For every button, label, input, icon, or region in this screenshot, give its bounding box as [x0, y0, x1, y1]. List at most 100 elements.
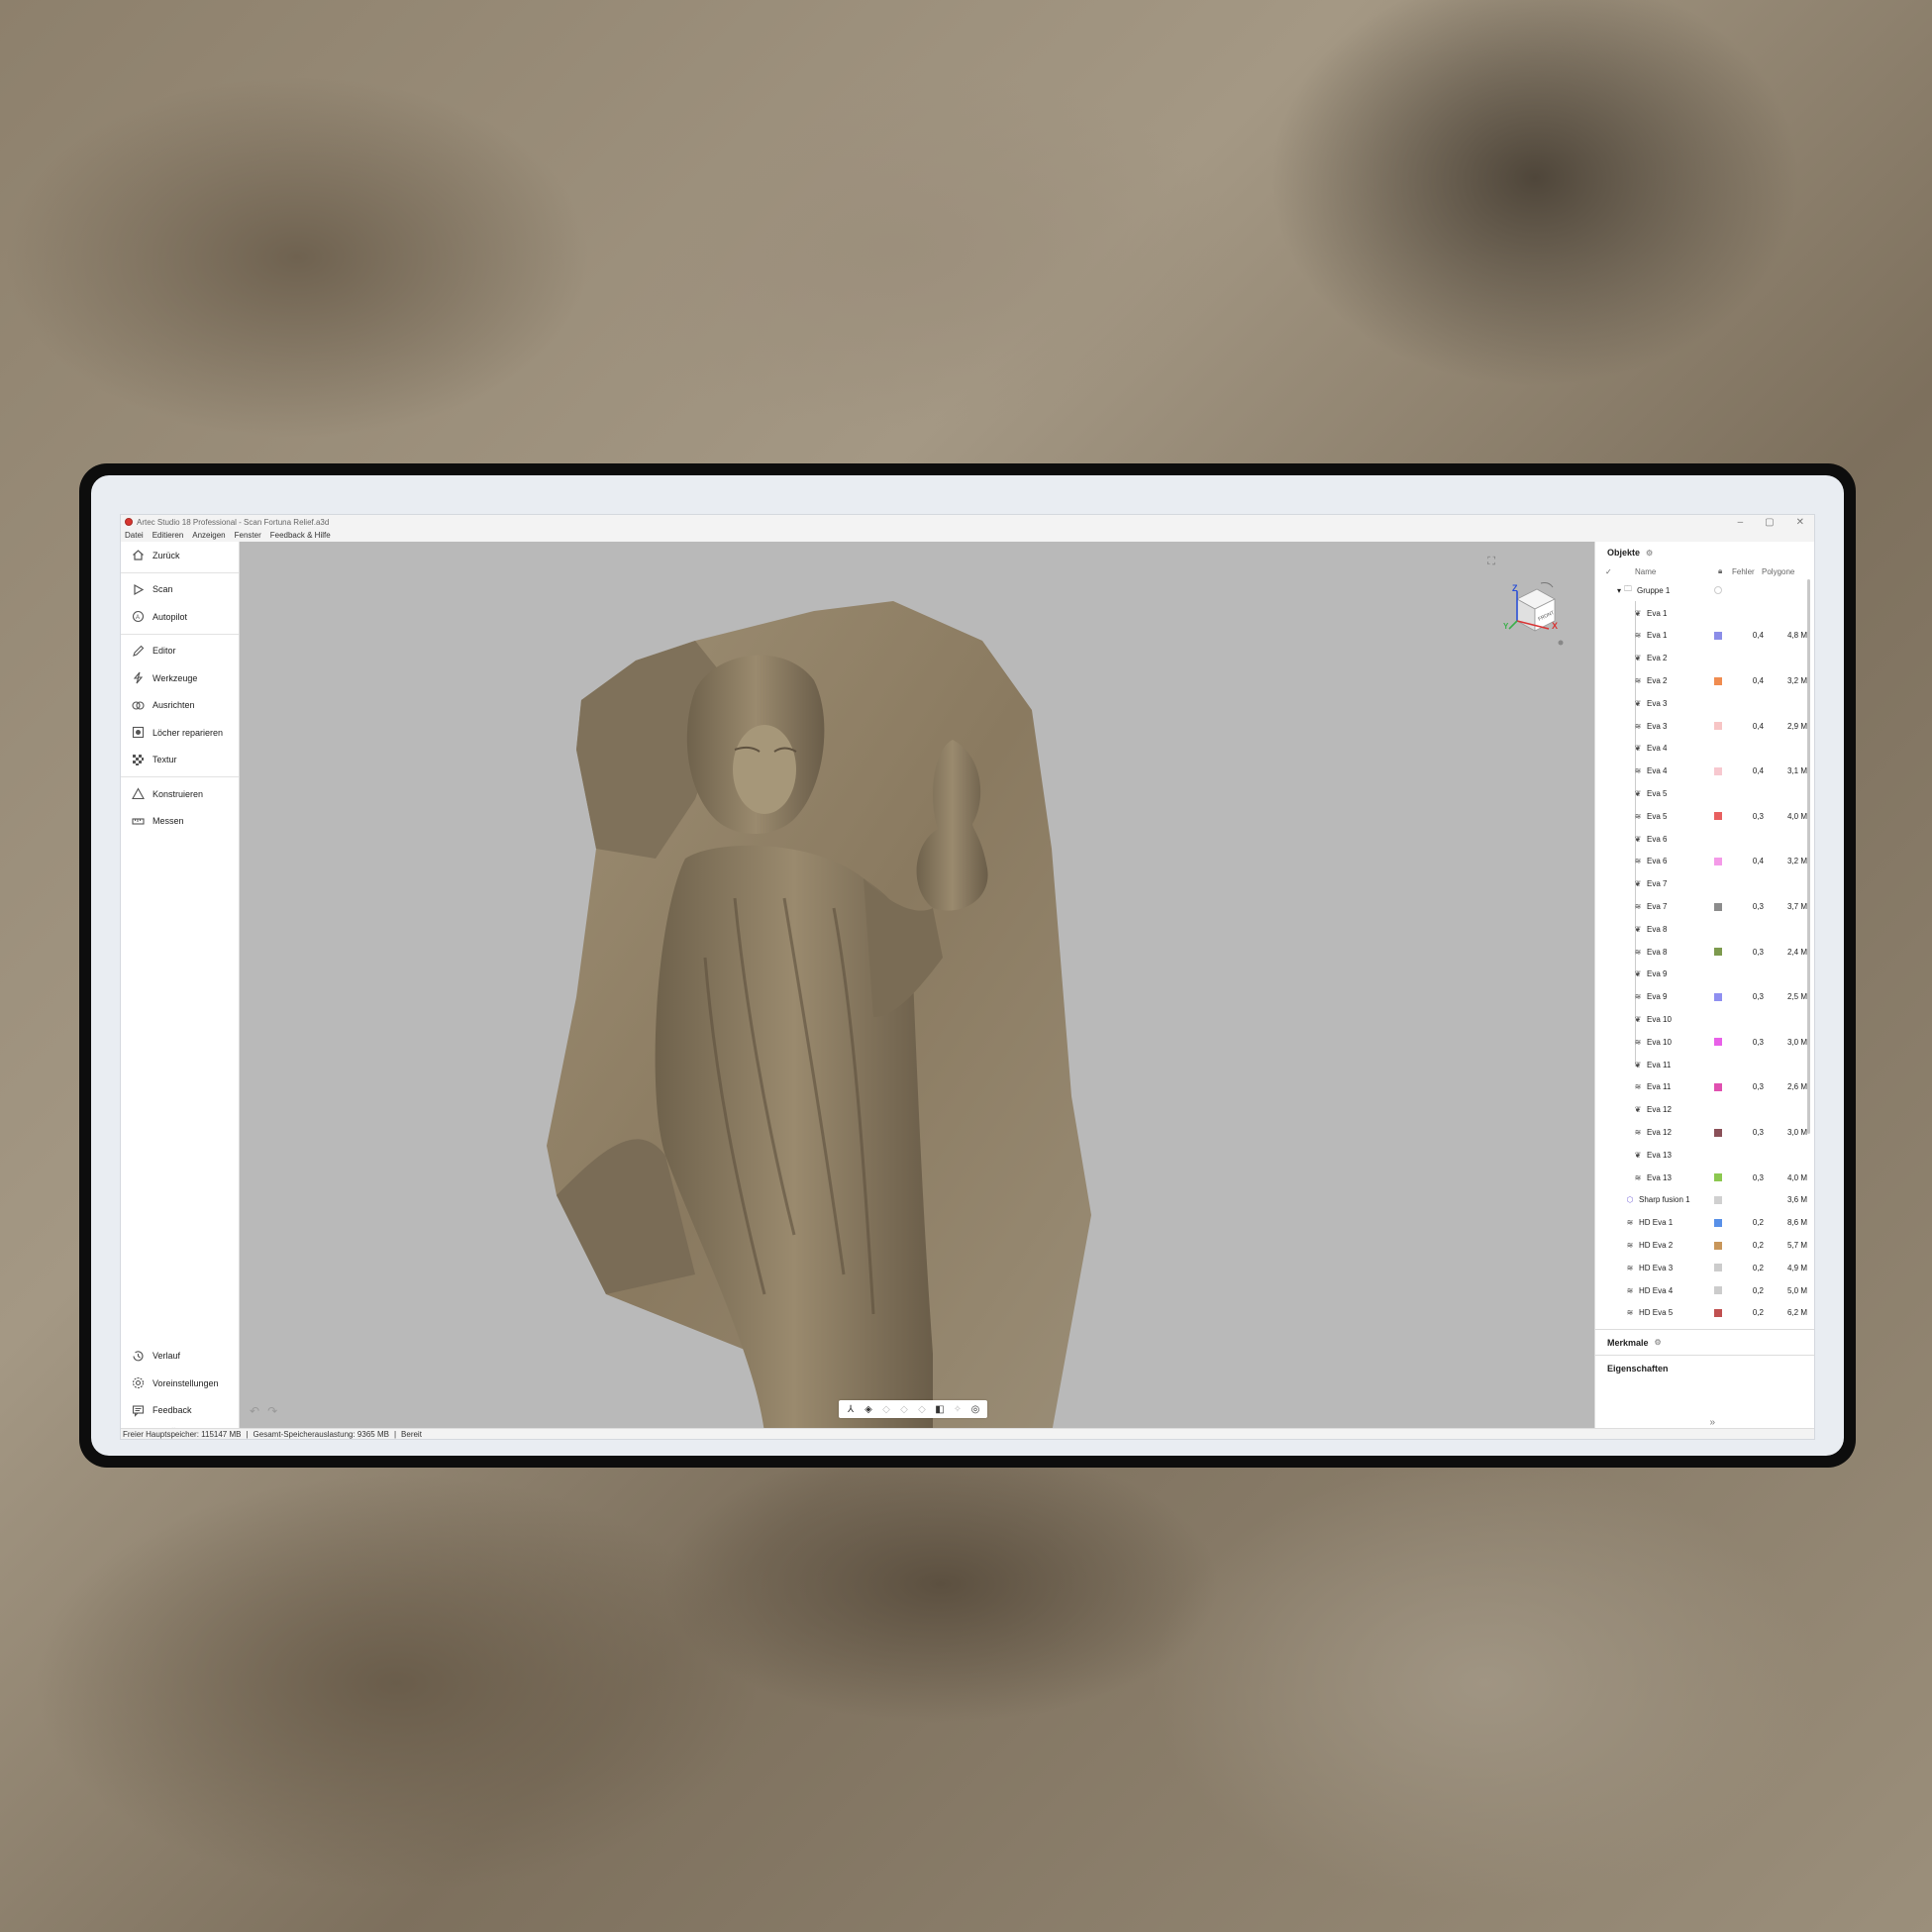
sidebar-item-editor[interactable]: Editor	[121, 638, 239, 665]
color-swatch[interactable]	[1714, 1264, 1722, 1272]
object-row[interactable]: ❦ Eva 10	[1595, 1008, 1814, 1031]
color-swatch[interactable]	[1714, 1173, 1722, 1182]
visibility-icon[interactable]	[1714, 586, 1722, 595]
sidebar-item-konstruieren[interactable]: Konstruieren	[121, 780, 239, 808]
column-polygons[interactable]: Polygone	[1762, 567, 1794, 576]
sidebar-item-voreinstellungen[interactable]: Voreinstellungen	[121, 1370, 239, 1397]
object-row[interactable]: ≋ Eva 4 0,4 3,1 M	[1595, 760, 1814, 782]
object-row[interactable]: ❦ Eva 12	[1595, 1098, 1814, 1121]
sidebar-item-loecher[interactable]: Löcher reparieren	[121, 719, 239, 747]
object-row[interactable]: ≋ Eva 11 0,3 2,6 M	[1595, 1076, 1814, 1099]
texture-view-icon[interactable]: ◧	[933, 1402, 947, 1416]
object-row[interactable]: ❦ Eva 6	[1595, 828, 1814, 851]
solid-view-icon[interactable]: ◈	[862, 1402, 875, 1416]
object-row[interactable]: ≋ HD Eva 1 0,2 8,6 M	[1595, 1211, 1814, 1234]
spiral-icon[interactable]: ◎	[968, 1402, 982, 1416]
sidebar-item-verlauf[interactable]: Verlauf	[121, 1343, 239, 1371]
minimize-button[interactable]: –	[1738, 517, 1744, 528]
color-swatch[interactable]	[1714, 1286, 1722, 1295]
object-row[interactable]: ≋ Eva 9 0,3 2,5 M	[1595, 985, 1814, 1008]
menu-fenster[interactable]: Fenster	[235, 531, 261, 540]
object-row[interactable]: ≋ Eva 3 0,4 2,9 M	[1595, 715, 1814, 738]
object-row[interactable]: ▾ 🗀︎ Gruppe 1	[1595, 579, 1814, 602]
color-swatch[interactable]	[1714, 1241, 1722, 1250]
color-swatch[interactable]	[1714, 631, 1722, 640]
object-row[interactable]: ❦ Eva 3	[1595, 692, 1814, 715]
3d-viewport[interactable]: ⛶ FRONT Z X Y ↶ ↷ ⅄ ◈ ◇ ◇ ◇ ◧ ✧ ◎	[240, 542, 1594, 1428]
object-row[interactable]: ≋ Eva 10 0,3 3,0 M	[1595, 1031, 1814, 1054]
column-error[interactable]: Fehler	[1732, 567, 1762, 576]
color-swatch[interactable]	[1714, 812, 1722, 821]
color-swatch[interactable]	[1714, 902, 1722, 911]
relief-3d-model[interactable]	[537, 601, 1250, 1428]
sidebar-item-scan[interactable]: Scan	[121, 576, 239, 604]
fit-view-icon[interactable]: ⛶	[1487, 556, 1495, 568]
objects-settings-icon[interactable]: ⚙	[1646, 549, 1653, 558]
color-swatch[interactable]	[1714, 1195, 1722, 1204]
object-row[interactable]: ❦ Eva 4	[1595, 738, 1814, 761]
object-row[interactable]: ❦ Eva 9	[1595, 964, 1814, 986]
features-panel-header[interactable]: Merkmale ⚙	[1595, 1329, 1814, 1355]
color-swatch[interactable]	[1714, 1038, 1722, 1047]
sidebar-item-ausrichten[interactable]: Ausrichten	[121, 692, 239, 720]
color-swatch[interactable]	[1714, 1128, 1722, 1137]
undo-icon[interactable]: ↶	[250, 1404, 259, 1418]
object-row[interactable]: ≋ HD Eva 2 0,2 5,7 M	[1595, 1234, 1814, 1257]
object-row[interactable]: ❦ Eva 11	[1595, 1054, 1814, 1076]
points-view-icon[interactable]: ◇	[915, 1402, 929, 1416]
shaded-view-icon[interactable]: ◇	[897, 1402, 911, 1416]
object-row[interactable]: ≋ HD Eva 5 0,2 6,2 M	[1595, 1302, 1814, 1325]
object-row[interactable]: ≋ Eva 1 0,4 4,8 M	[1595, 625, 1814, 648]
object-row[interactable]: ≋ HD Eva 4 0,2 5,0 M	[1595, 1279, 1814, 1302]
color-swatch[interactable]	[1714, 992, 1722, 1001]
maximize-button[interactable]: ▢	[1765, 517, 1774, 528]
object-row[interactable]: ≋ Eva 12 0,3 3,0 M	[1595, 1121, 1814, 1144]
lock-icon[interactable]: 🔒︎	[1718, 566, 1732, 576]
redo-icon[interactable]: ↷	[267, 1404, 277, 1418]
objects-scrollbar[interactable]	[1807, 579, 1810, 1134]
menu-anzeigen[interactable]: Anzeigen	[192, 531, 225, 540]
object-row[interactable]: ≋ Eva 6 0,4 3,2 M	[1595, 851, 1814, 873]
color-swatch[interactable]	[1714, 1308, 1722, 1317]
menu-feedback-hilfe[interactable]: Feedback & Hilfe	[270, 531, 331, 540]
view-cube[interactable]: FRONT Z X Y	[1497, 577, 1567, 647]
object-row[interactable]: ❦ Eva 8	[1595, 918, 1814, 941]
color-swatch[interactable]	[1714, 1218, 1722, 1227]
check-all-icon[interactable]: ✓	[1605, 567, 1635, 576]
object-row[interactable]: ❦ Eva 5	[1595, 782, 1814, 805]
sidebar-item-feedback[interactable]: Feedback	[121, 1397, 239, 1425]
light-icon[interactable]: ✧	[951, 1402, 965, 1416]
features-settings-icon[interactable]: ⚙	[1655, 1338, 1662, 1347]
object-row[interactable]: ≋ Eva 5 0,3 4,0 M	[1595, 805, 1814, 828]
panel-expand-button[interactable]: »	[1709, 1417, 1715, 1428]
object-row[interactable]: ≋ Eva 8 0,3 2,4 M	[1595, 941, 1814, 964]
properties-panel-header[interactable]: Eigenschaften	[1595, 1355, 1814, 1380]
wireframe-view-icon[interactable]: ◇	[879, 1402, 893, 1416]
sidebar-item-autopilot[interactable]: A Autopilot	[121, 603, 239, 631]
color-swatch[interactable]	[1714, 948, 1722, 957]
object-row[interactable]: ≋ Eva 2 0,4 3,2 M	[1595, 669, 1814, 692]
close-button[interactable]: ✕	[1796, 517, 1804, 528]
color-swatch[interactable]	[1714, 766, 1722, 775]
object-row[interactable]: ❦ Eva 1	[1595, 602, 1814, 625]
color-swatch[interactable]	[1714, 1082, 1722, 1091]
color-swatch[interactable]	[1714, 722, 1722, 731]
object-row[interactable]: ≋ HD Eva 3 0,2 4,9 M	[1595, 1257, 1814, 1279]
object-row[interactable]: ❦ Eva 2	[1595, 647, 1814, 669]
object-row[interactable]: ❦ Eva 13	[1595, 1144, 1814, 1167]
color-swatch[interactable]	[1714, 676, 1722, 685]
sidebar-item-werkzeuge[interactable]: Werkzeuge	[121, 664, 239, 692]
object-row[interactable]: ❦ Eva 7	[1595, 872, 1814, 895]
object-row[interactable]: ≋ Eva 13 0,3 4,0 M	[1595, 1167, 1814, 1189]
objects-panel-header[interactable]: Objekte ⚙	[1595, 542, 1814, 563]
object-row[interactable]: ⬡ Sharp fusion 1 3,6 M	[1595, 1189, 1814, 1212]
column-name[interactable]: Name	[1635, 567, 1718, 576]
color-swatch[interactable]	[1714, 857, 1722, 865]
menu-datei[interactable]: Datei	[125, 531, 144, 540]
sidebar-item-messen[interactable]: Messen	[121, 808, 239, 836]
sidebar-item-textur[interactable]: Textur	[121, 747, 239, 774]
object-row[interactable]: ≋ Eva 7 0,3 3,7 M	[1595, 895, 1814, 918]
menu-editieren[interactable]: Editieren	[153, 531, 184, 540]
sidebar-item-back[interactable]: Zurück	[121, 542, 239, 569]
expand-toggle-icon[interactable]: ▾	[1617, 586, 1621, 595]
